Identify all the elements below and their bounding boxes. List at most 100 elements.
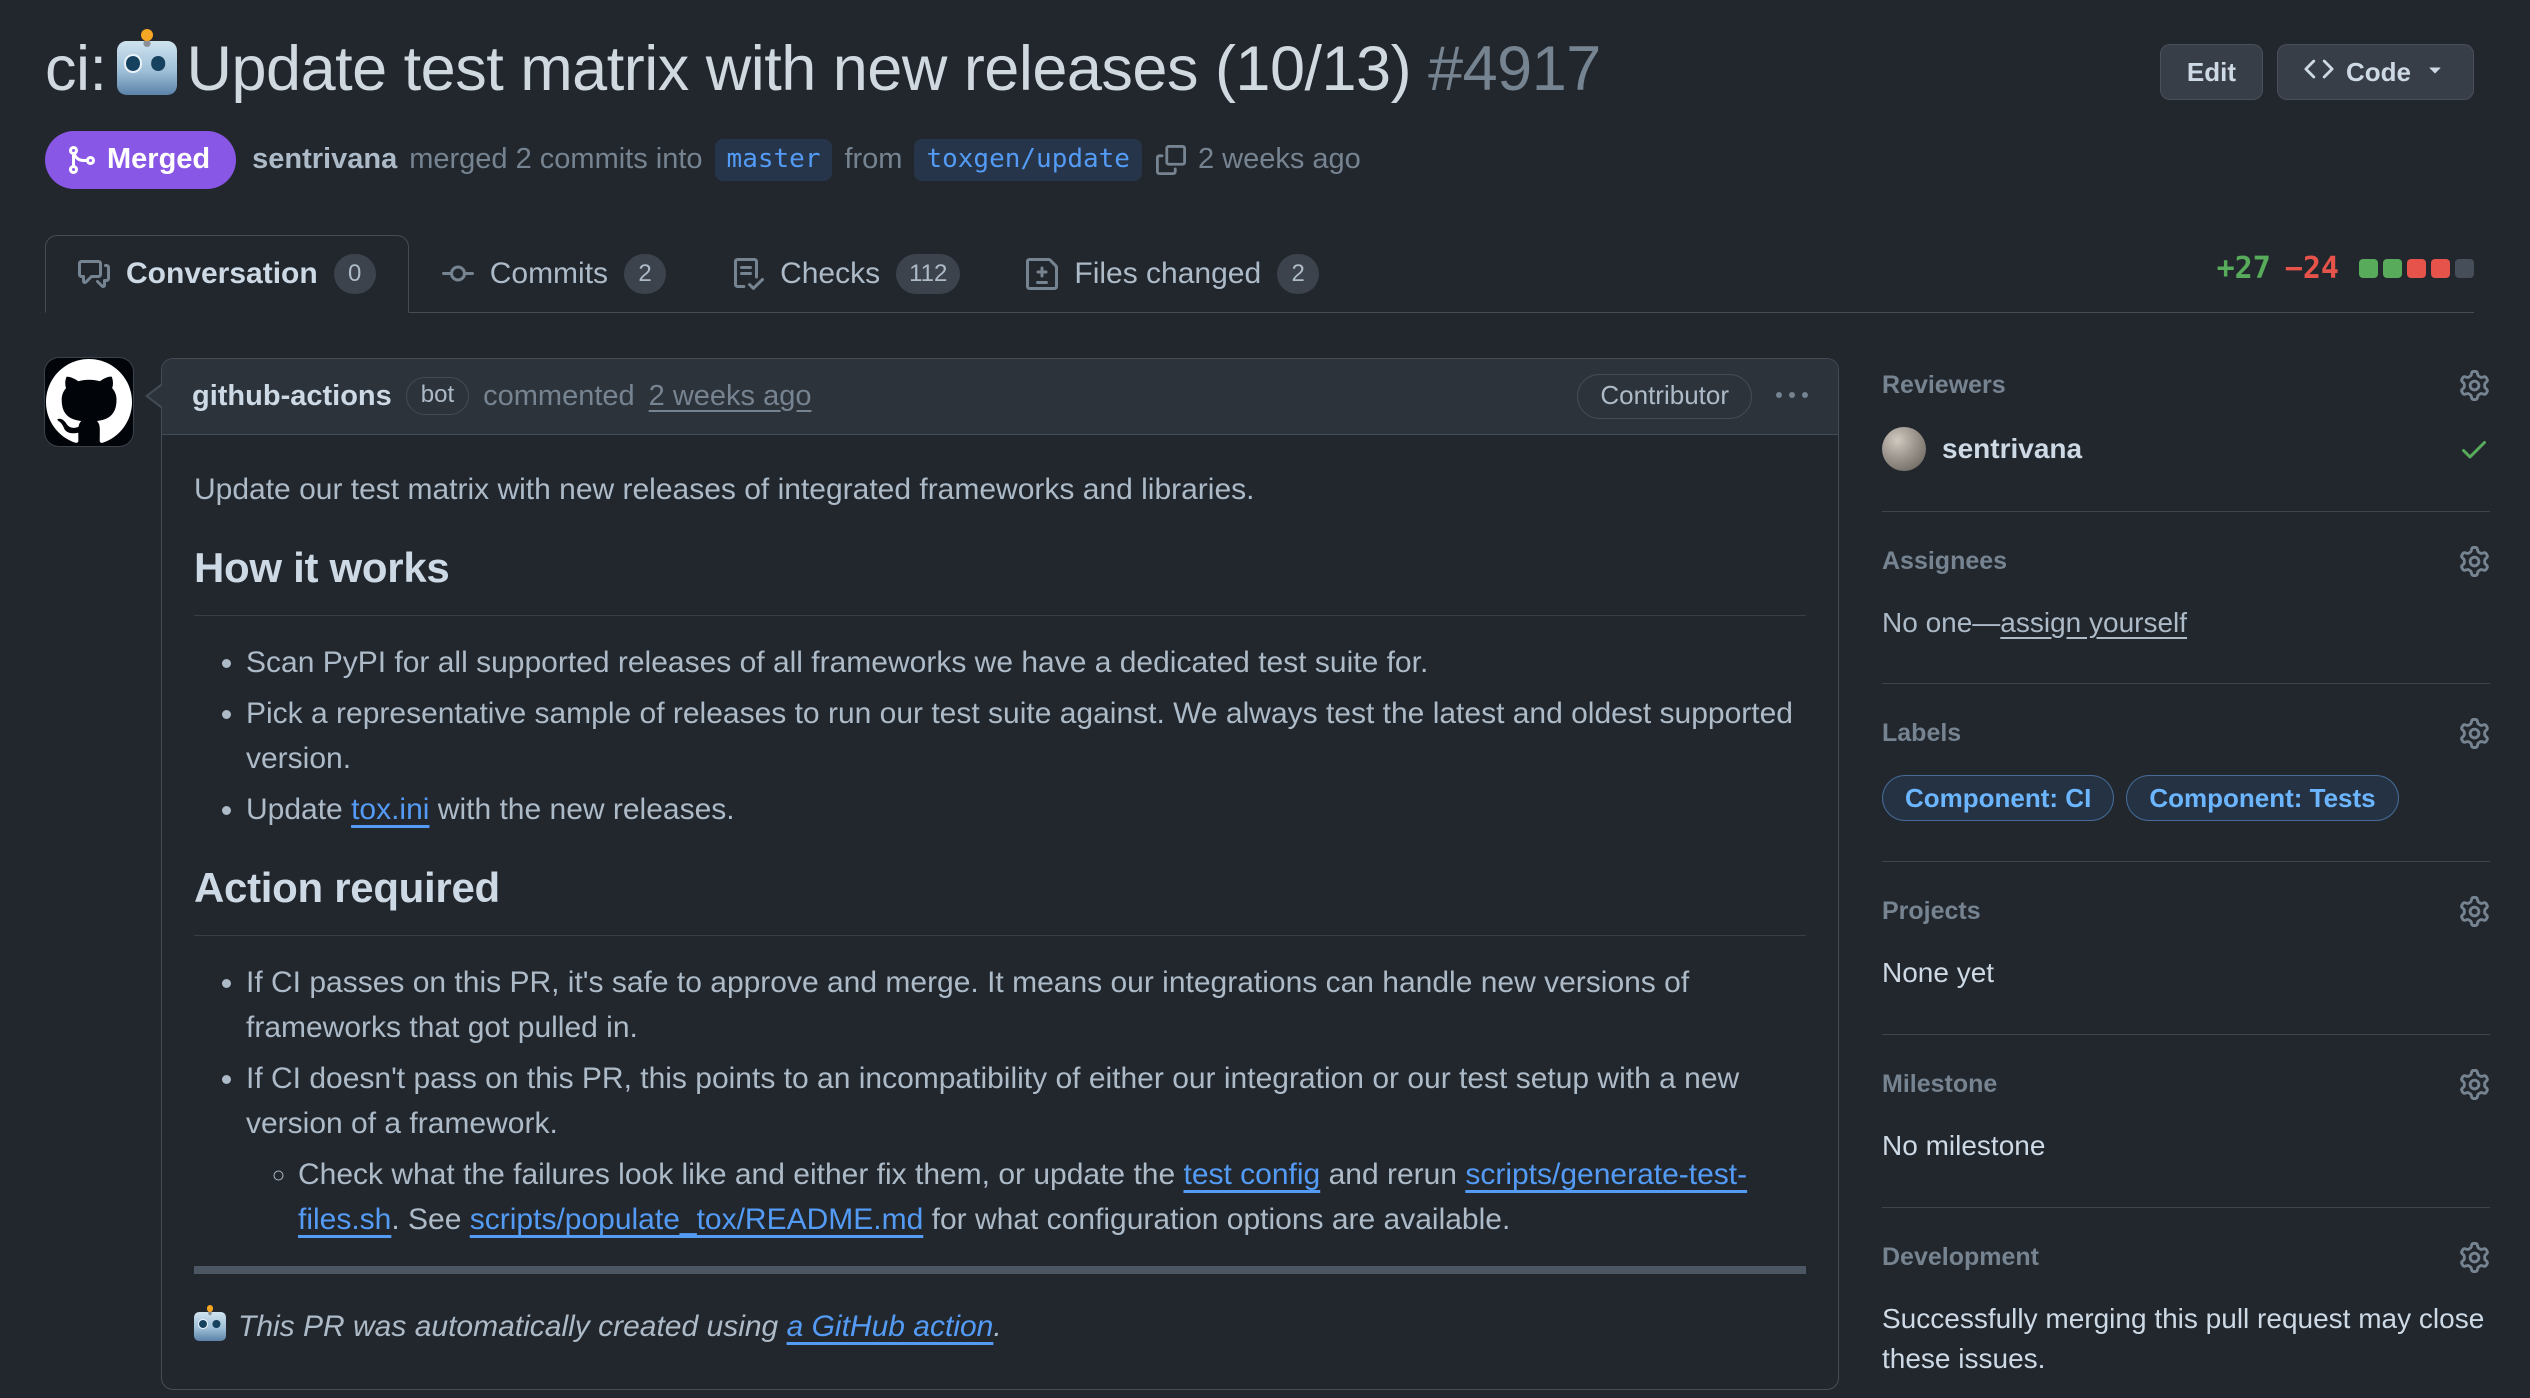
merge-author-link[interactable]: sentrivana bbox=[252, 143, 397, 176]
base-branch-label[interactable]: master bbox=[715, 139, 833, 181]
pr-title-row: ci: Update test matrix with new releases … bbox=[45, 30, 2474, 109]
test-config-link[interactable]: test config bbox=[1183, 1158, 1320, 1191]
reviewers-section: Reviewers sentrivana bbox=[1882, 358, 2490, 512]
tab-files-changed[interactable]: Files changed 2 bbox=[993, 235, 1352, 313]
milestone-title: Milestone bbox=[1882, 1070, 1997, 1099]
list-item: Update tox.ini with the new releases. bbox=[246, 787, 1806, 832]
pr-title-prefix: ci: bbox=[45, 34, 107, 104]
contributor-badge[interactable]: Contributor bbox=[1577, 374, 1752, 419]
nested-list: Check what the failures look like and ei… bbox=[246, 1152, 1806, 1242]
pr-number: #4917 bbox=[1428, 34, 1601, 104]
diffstat-block-added bbox=[2383, 259, 2402, 278]
code-icon bbox=[2304, 54, 2334, 91]
list-item: If CI passes on this PR, it's safe to ap… bbox=[246, 960, 1806, 1050]
pr-title-text: Update test matrix with new releases (10… bbox=[187, 34, 1412, 104]
development-text: Successfully merging this pull request m… bbox=[1882, 1299, 2490, 1380]
comment-discussion-icon bbox=[78, 258, 110, 290]
checklist-icon bbox=[732, 258, 764, 290]
deletions-count: −24 bbox=[2285, 251, 2339, 286]
pr-page: ci: Update test matrix with new releases … bbox=[0, 0, 2530, 1398]
projects-empty: None yet bbox=[1882, 953, 2490, 994]
label-pills: Component: CI Component: Tests bbox=[1882, 775, 2490, 821]
code-dropdown-button[interactable]: Code bbox=[2277, 44, 2474, 100]
diffstat: +27 −24 bbox=[2217, 251, 2474, 312]
divider bbox=[194, 1266, 1806, 1274]
diffstat-block-neutral bbox=[2455, 259, 2474, 278]
conversation-timeline: github-actions bot commented 2 weeks ago… bbox=[45, 358, 1839, 1390]
file-diff-icon bbox=[1026, 258, 1058, 290]
label-component-tests[interactable]: Component: Tests bbox=[2126, 775, 2398, 821]
list-item: Check what the failures look like and ei… bbox=[298, 1152, 1806, 1242]
diffstat-block-deleted bbox=[2407, 259, 2426, 278]
assignees-gear-icon[interactable] bbox=[2459, 546, 2490, 577]
copy-branch-icon[interactable] bbox=[1156, 145, 1186, 175]
chevron-down-icon bbox=[2423, 57, 2447, 88]
git-commit-icon bbox=[442, 258, 474, 290]
diffstat-block-deleted bbox=[2431, 259, 2450, 278]
github-actions-avatar[interactable] bbox=[45, 358, 133, 446]
robot-emoji-icon bbox=[194, 1312, 226, 1341]
comment-body: Update our test matrix with new releases… bbox=[162, 435, 1838, 1389]
comment-box: github-actions bot commented 2 weeks ago… bbox=[161, 358, 1839, 1390]
auto-created-note: This PR was automatically created using … bbox=[194, 1304, 1806, 1349]
tab-conversation[interactable]: Conversation 0 bbox=[45, 235, 409, 313]
checks-count: 112 bbox=[896, 254, 960, 294]
list-item: If CI doesn't pass on this PR, this poin… bbox=[246, 1056, 1806, 1242]
projects-gear-icon[interactable] bbox=[2459, 896, 2490, 927]
reviewer-row: sentrivana bbox=[1882, 427, 2490, 471]
reviewers-title: Reviewers bbox=[1882, 371, 2006, 400]
edit-button[interactable]: Edit bbox=[2160, 44, 2263, 100]
additions-count: +27 bbox=[2217, 251, 2271, 286]
pr-tabnav: Conversation 0 Commits 2 Checks 112 File… bbox=[45, 235, 2474, 313]
tox-ini-link[interactable]: tox.ini bbox=[351, 793, 429, 826]
label-component-ci[interactable]: Component: CI bbox=[1882, 775, 2114, 821]
github-action-link[interactable]: a GitHub action bbox=[787, 1310, 994, 1343]
commented-word: commented bbox=[483, 380, 635, 413]
projects-title: Projects bbox=[1882, 897, 1981, 926]
how-it-works-list: Scan PyPI for all supported releases of … bbox=[194, 640, 1806, 832]
bot-badge: bot bbox=[406, 377, 469, 415]
assignees-section: Assignees No one—assign yourself bbox=[1882, 512, 2490, 685]
labels-gear-icon[interactable] bbox=[2459, 718, 2490, 749]
milestone-section: Milestone No milestone bbox=[1882, 1035, 2490, 1208]
reviewers-gear-icon[interactable] bbox=[2459, 370, 2490, 401]
comment-row: github-actions bot commented 2 weeks ago… bbox=[45, 358, 1839, 1390]
milestone-empty: No milestone bbox=[1882, 1126, 2490, 1167]
assign-yourself-link[interactable]: assign yourself bbox=[2000, 607, 2187, 638]
robot-emoji-icon bbox=[117, 41, 177, 95]
labels-title: Labels bbox=[1882, 719, 1961, 748]
populate-tox-readme-link[interactable]: scripts/populate_tox/README.md bbox=[470, 1203, 924, 1236]
assignees-empty: No one—assign yourself bbox=[1882, 603, 2490, 644]
pr-layout: github-actions bot commented 2 weeks ago… bbox=[45, 358, 2474, 1398]
merge-meta-text: sentrivana merged 2 commits into master … bbox=[252, 139, 1361, 181]
list-item: Pick a representative sample of releases… bbox=[246, 691, 1806, 781]
development-section: Development Successfully merging this pu… bbox=[1882, 1208, 2490, 1398]
labels-section: Labels Component: CI Component: Tests bbox=[1882, 684, 2490, 862]
tab-checks[interactable]: Checks 112 bbox=[699, 235, 993, 313]
merged-time: 2 weeks ago bbox=[1198, 143, 1361, 176]
diffstat-blocks bbox=[2359, 259, 2474, 278]
files-changed-count: 2 bbox=[1277, 254, 1319, 294]
git-merge-icon bbox=[65, 144, 97, 176]
conversation-count: 0 bbox=[334, 254, 376, 294]
milestone-gear-icon[interactable] bbox=[2459, 1069, 2490, 1100]
pr-title: ci: Update test matrix with new releases … bbox=[45, 30, 1601, 109]
sentrivana-avatar[interactable] bbox=[1882, 427, 1926, 471]
kebab-menu-icon[interactable] bbox=[1776, 380, 1808, 412]
action-required-list: If CI passes on this PR, it's safe to ap… bbox=[194, 960, 1806, 1242]
diffstat-block-added bbox=[2359, 259, 2378, 278]
comment-header-right: Contributor bbox=[1577, 374, 1808, 419]
development-gear-icon[interactable] bbox=[2459, 1242, 2490, 1273]
reviewer-name-link[interactable]: sentrivana bbox=[1942, 433, 2082, 465]
assignees-title: Assignees bbox=[1882, 547, 2007, 576]
comment-timestamp-link[interactable]: 2 weeks ago bbox=[649, 380, 812, 413]
commits-count: 2 bbox=[624, 254, 666, 294]
header-actions: Edit Code bbox=[2160, 44, 2474, 100]
development-title: Development bbox=[1882, 1243, 2039, 1272]
pr-meta-row: Merged sentrivana merged 2 commits into … bbox=[45, 131, 2474, 189]
comment-author-link[interactable]: github-actions bbox=[192, 380, 392, 413]
tab-commits[interactable]: Commits 2 bbox=[409, 235, 699, 313]
head-branch-label[interactable]: toxgen/update bbox=[914, 139, 1142, 181]
comment-header: github-actions bot commented 2 weeks ago… bbox=[162, 359, 1838, 435]
projects-section: Projects None yet bbox=[1882, 862, 2490, 1035]
